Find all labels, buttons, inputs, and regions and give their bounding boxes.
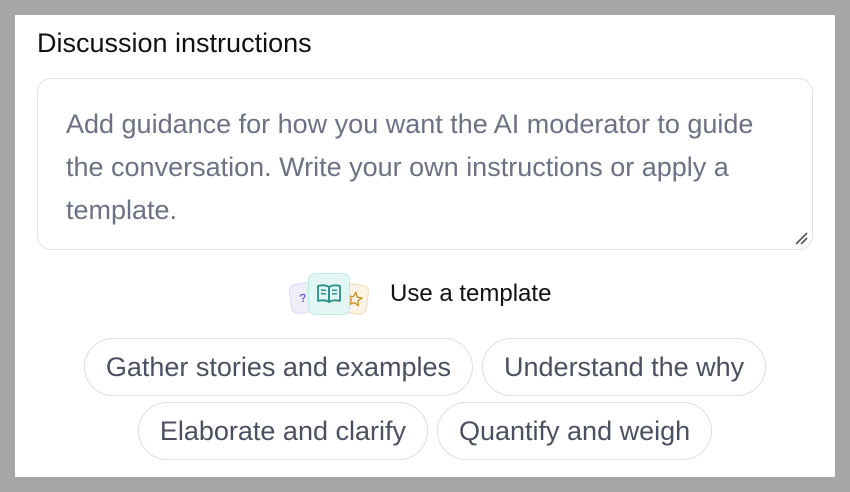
template-options-row-1: Gather stories and examples Understand t…	[15, 338, 835, 396]
template-chip-understand-why[interactable]: Understand the why	[482, 338, 767, 396]
instructions-field[interactable]	[37, 78, 813, 250]
resize-handle-icon[interactable]	[792, 229, 808, 245]
instructions-textarea[interactable]	[38, 79, 812, 249]
discussion-instructions-panel: Discussion instructions ?	[15, 15, 835, 477]
template-chip-quantify-weigh[interactable]: Quantify and weigh	[436, 402, 713, 460]
section-title: Discussion instructions	[37, 28, 312, 58]
template-chip-gather-stories[interactable]: Gather stories and examples	[83, 338, 474, 396]
open-book-icon	[308, 273, 350, 315]
question-glyph: ?	[298, 290, 308, 306]
use-template-label: Use a template	[390, 280, 552, 307]
use-template-toggle[interactable]: ? Use a template	[15, 271, 835, 317]
template-icons: ?	[287, 271, 371, 317]
template-chip-elaborate-clarify[interactable]: Elaborate and clarify	[137, 402, 428, 460]
template-options-row-2: Elaborate and clarify Quantify and weigh	[15, 402, 835, 460]
